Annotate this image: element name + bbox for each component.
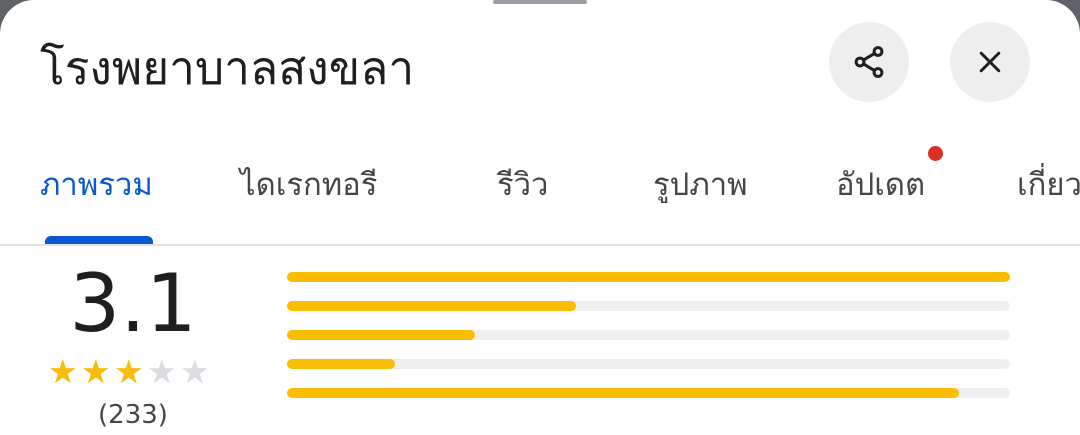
- divider: [0, 244, 1080, 246]
- tab-updates[interactable]: อัปเดต: [836, 140, 925, 230]
- star-icon: ★★: [114, 352, 144, 391]
- rating-value: 3.1: [69, 257, 197, 350]
- rating-bar-2-star: [287, 359, 1010, 369]
- star-icon: ★★: [48, 352, 78, 391]
- close-button[interactable]: [950, 22, 1030, 102]
- rating-bar-5-star: [287, 272, 1010, 282]
- rating-bar-fill: [287, 330, 475, 340]
- rating-bar-fill: [287, 359, 396, 369]
- drag-handle[interactable]: [493, 0, 587, 4]
- tab-bar: ภาพรวม ไดเรกทอรี รีวิว รูปภาพ อัปเดต เกี…: [0, 140, 1080, 246]
- rating-bar-fill: [287, 272, 1010, 282]
- rating-bar-fill: [287, 301, 577, 311]
- place-title: โรงพยาบาลสงขลา: [40, 41, 415, 95]
- tab-about[interactable]: เกี่ยว: [1017, 140, 1080, 230]
- tab-overview[interactable]: ภาพรวม: [40, 140, 153, 230]
- review-count[interactable]: (233): [33, 394, 233, 435]
- notification-dot: [928, 146, 943, 161]
- star-icon: ★★: [147, 352, 177, 391]
- rating-bar-1-star: [287, 388, 1010, 398]
- share-button[interactable]: [829, 22, 909, 102]
- star-icon: ★★: [180, 352, 210, 391]
- tab-directory[interactable]: ไดเรกทอรี: [240, 140, 377, 230]
- tab-reviews[interactable]: รีวิว: [497, 140, 548, 230]
- star-rating: ★★★★★★★★★★: [48, 352, 218, 392]
- close-icon: [979, 51, 1001, 73]
- rating-bar-4-star: [287, 301, 1010, 311]
- rating-distribution: [287, 272, 1010, 417]
- rating-bar-fill: [287, 388, 960, 398]
- rating-bar-3-star: [287, 330, 1010, 340]
- tab-photos[interactable]: รูปภาพ: [653, 140, 748, 230]
- share-icon: [854, 46, 884, 78]
- active-tab-indicator: [45, 236, 153, 244]
- star-icon: ★★: [81, 352, 111, 391]
- place-sheet: โรงพยาบาลสงขลา ภาพรวม ไดเรกทอรี รีวิว รู…: [0, 0, 1080, 435]
